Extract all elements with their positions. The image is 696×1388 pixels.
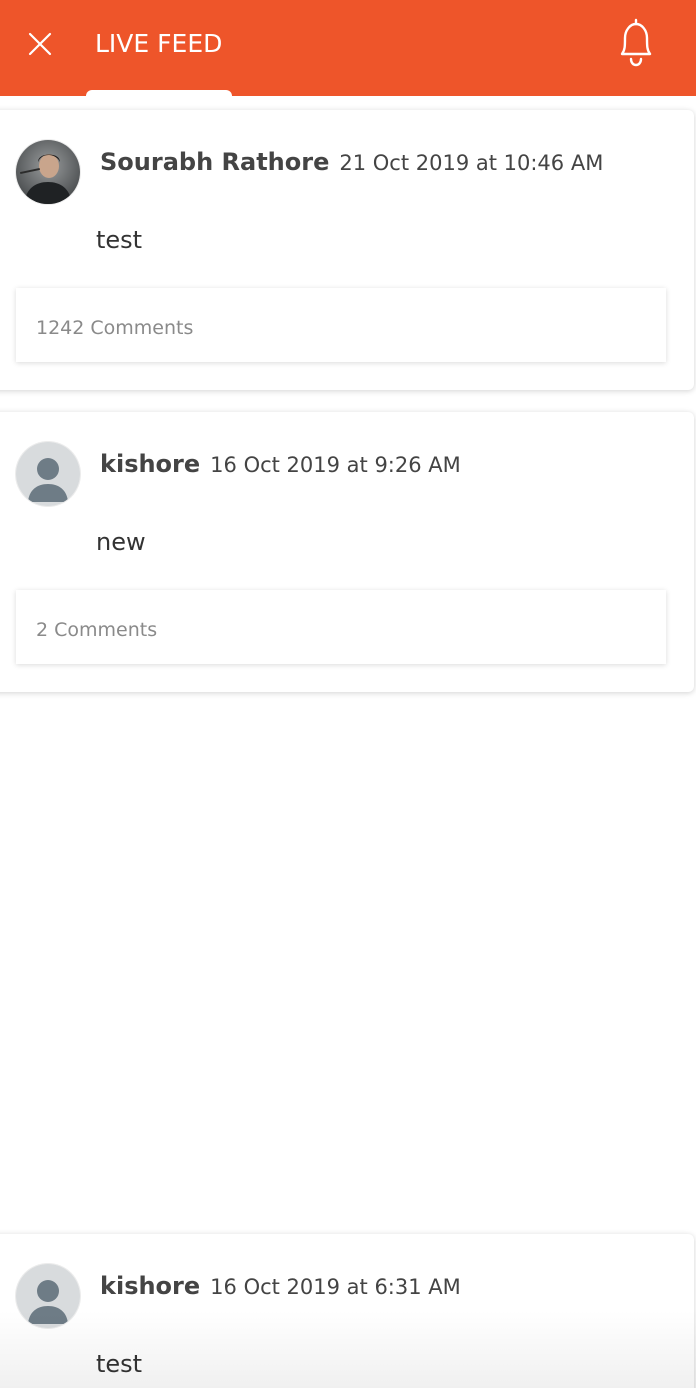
- author-name[interactable]: Sourabh Rathore: [100, 148, 329, 176]
- feed-post[interactable]: Sourabh Rathore 21 Oct 2019 at 10:46 AM t…: [0, 110, 694, 390]
- default-user-icon: [16, 442, 80, 506]
- feed-post[interactable]: kishore 16 Oct 2019 at 6:31 AM test: [0, 1234, 694, 1388]
- comments-button[interactable]: 2 Comments: [16, 590, 666, 664]
- avatar[interactable]: [16, 1264, 80, 1328]
- comments-button[interactable]: 1242 Comments: [16, 288, 666, 362]
- post-timestamp: 16 Oct 2019 at 6:31 AM: [210, 1275, 461, 1299]
- post-text: new: [96, 528, 146, 556]
- post-author[interactable]: kishore 16 Oct 2019 at 9:26 AM: [100, 448, 461, 481]
- bell-icon: [620, 18, 652, 67]
- post-text: test: [96, 226, 143, 254]
- user-photo-icon: [16, 140, 80, 204]
- live-feed-screen: LIVE FEED Sourabh Rathore 21 Oct 2019 at…: [0, 0, 696, 1388]
- post-author[interactable]: kishore 16 Oct 2019 at 6:31 AM: [100, 1270, 461, 1303]
- post-author[interactable]: Sourabh Rathore 21 Oct 2019 at 10:46 AM: [100, 146, 603, 179]
- avatar[interactable]: [16, 140, 80, 204]
- page-title: LIVE FEED: [95, 29, 223, 58]
- post-timestamp: 16 Oct 2019 at 9:26 AM: [210, 453, 461, 477]
- post-timestamp: 21 Oct 2019 at 10:46 AM: [339, 151, 604, 175]
- active-tab-indicator: [86, 90, 232, 100]
- comments-count: 2 Comments: [36, 619, 158, 641]
- notifications-button[interactable]: [608, 14, 664, 70]
- default-user-icon: [16, 1264, 80, 1328]
- feed-post[interactable]: kishore 16 Oct 2019 at 9:26 AM new 2 Comm…: [0, 412, 694, 692]
- close-icon: [28, 32, 52, 56]
- close-button[interactable]: [18, 22, 62, 66]
- author-name[interactable]: kishore: [100, 450, 200, 478]
- author-name[interactable]: kishore: [100, 1272, 200, 1300]
- avatar[interactable]: [16, 442, 80, 506]
- app-header: LIVE FEED: [0, 0, 696, 100]
- post-text: test: [96, 1350, 143, 1378]
- comments-count: 1242 Comments: [36, 317, 194, 339]
